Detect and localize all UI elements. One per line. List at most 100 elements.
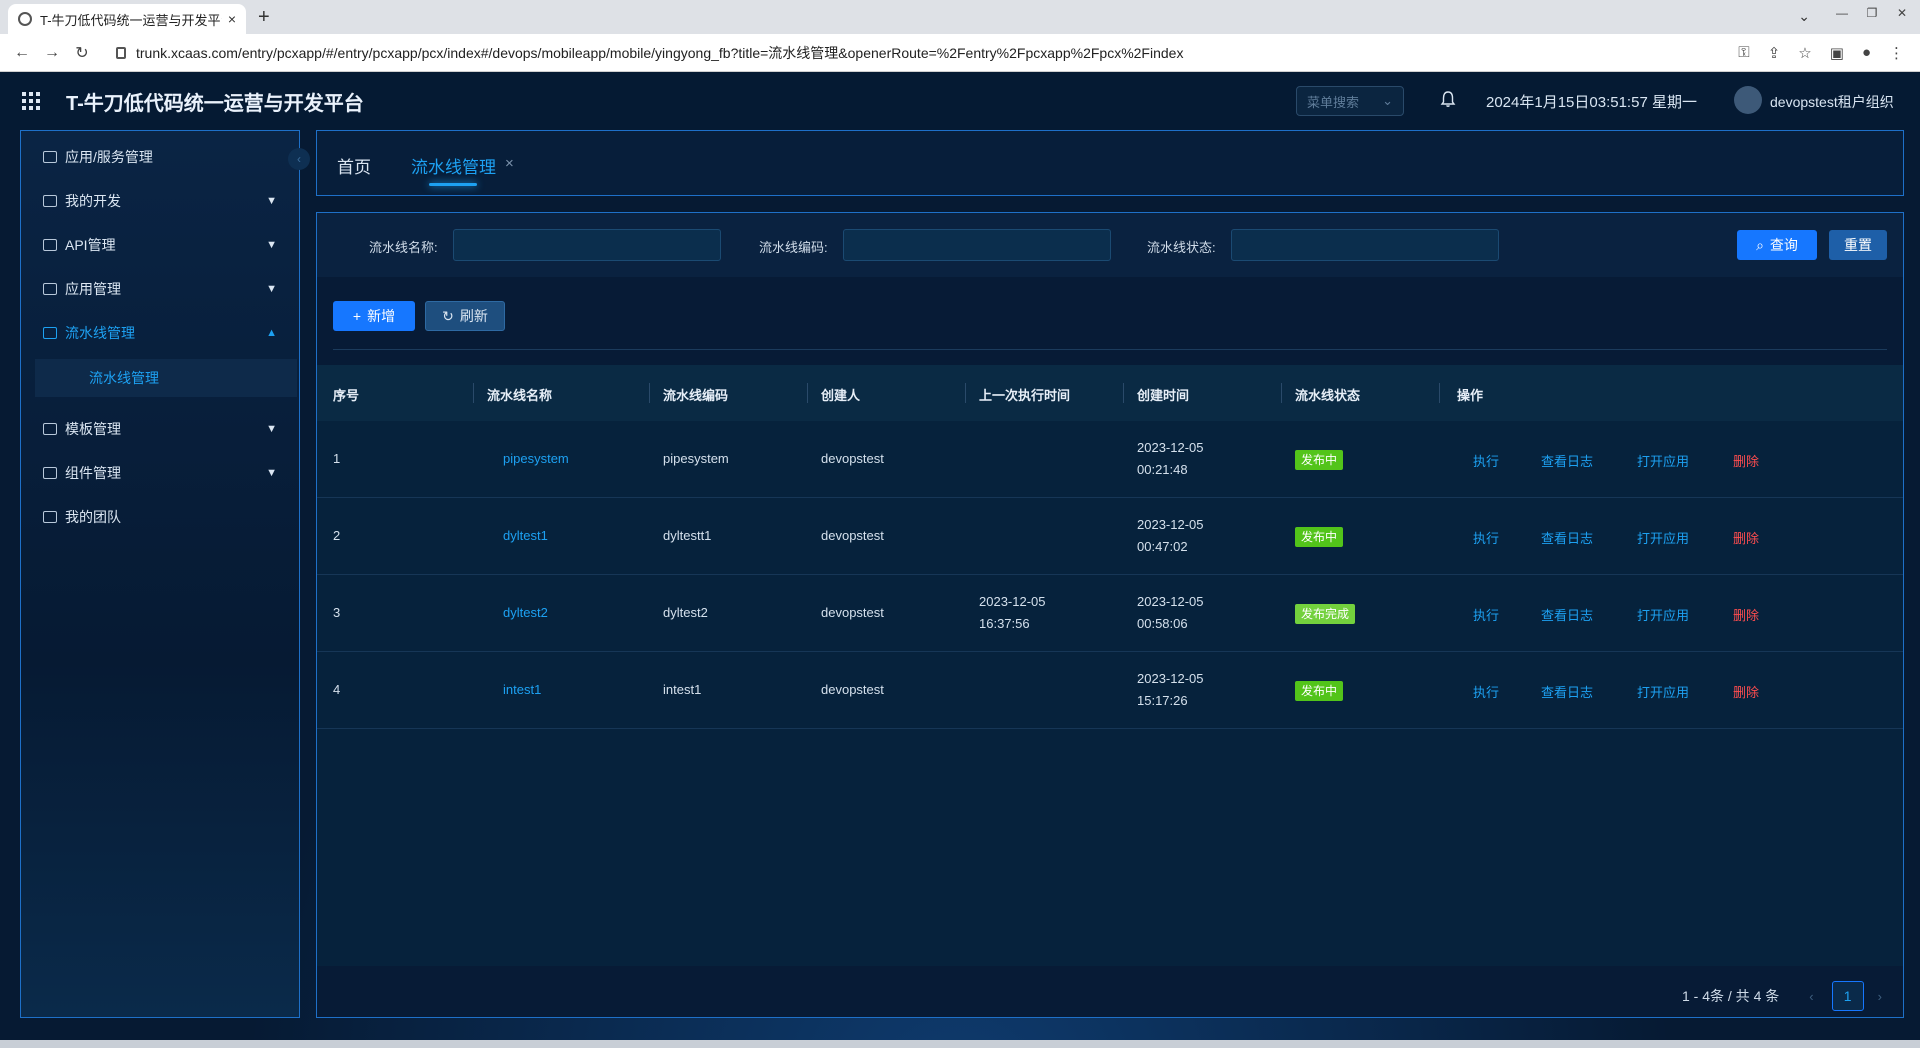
sidebar-item-component[interactable]: 组件管理 ▼ [21, 451, 299, 495]
share-icon[interactable]: ⇪ [1768, 44, 1781, 62]
column-divider [1439, 383, 1440, 403]
sidebar-collapse-icon[interactable]: ‹ [288, 148, 310, 170]
pipeline-name-link[interactable]: dyltest2 [503, 605, 548, 620]
dev-icon [43, 195, 57, 207]
view-log-action[interactable]: 查看日志 [1541, 605, 1593, 624]
reset-button[interactable]: 重置 [1829, 230, 1887, 260]
sidebar-item-my-dev[interactable]: 我的开发 ▼ [21, 179, 299, 223]
delete-action[interactable]: 删除 [1733, 528, 1759, 547]
next-page-icon[interactable]: › [1878, 989, 1882, 1004]
bell-icon[interactable] [1440, 90, 1456, 108]
column-header: 操作 [1457, 388, 1484, 403]
app-grid-icon[interactable] [22, 90, 44, 112]
sidebar-item-template[interactable]: 模板管理 ▼ [21, 407, 299, 451]
run-action[interactable]: 执行 [1473, 451, 1499, 470]
pipeline-name-link[interactable]: pipesystem [503, 451, 569, 466]
close-tab-icon[interactable]: × [228, 11, 236, 27]
sidebar-item-api[interactable]: API管理 ▼ [21, 223, 299, 267]
back-icon[interactable]: ← [10, 44, 34, 62]
profile-icon[interactable]: ● [1862, 44, 1871, 62]
run-action[interactable]: 执行 [1473, 605, 1499, 624]
view-log-action[interactable]: 查看日志 [1541, 682, 1593, 701]
cell-index: 2 [333, 528, 341, 543]
plus-icon: + [352, 308, 362, 324]
delete-action[interactable]: 删除 [1733, 682, 1759, 701]
table-header: 序号 流水线名称 流水线编码 创建人 上一次执行时间 创建时间 流水线状态 操作 [317, 365, 1903, 421]
query-label: 查询 [1769, 237, 1798, 253]
status-badge: 发布完成 [1295, 604, 1356, 624]
sidebar-item-pipeline[interactable]: 流水线管理 ▲ [21, 311, 299, 355]
tab-pipeline[interactable]: 流水线管理 [411, 153, 496, 178]
sidepanel-icon[interactable]: ▣ [1830, 44, 1844, 62]
minimize-icon[interactable]: — [1832, 6, 1852, 20]
delete-action[interactable]: 删除 [1733, 451, 1759, 470]
cell-code: intest1 [663, 682, 702, 697]
open-app-action[interactable]: 打开应用 [1637, 528, 1689, 547]
cell-last-run-date: 2023-12-05 [979, 594, 1046, 609]
run-action[interactable]: 执行 [1473, 528, 1499, 547]
open-app-action[interactable]: 打开应用 [1637, 605, 1689, 624]
restore-icon[interactable]: ❐ [1862, 6, 1882, 20]
refresh-button[interactable]: ↻ 刷新 [425, 301, 505, 331]
reload-icon[interactable]: ↻ [70, 43, 94, 63]
key-icon[interactable]: ⚿ [1738, 44, 1749, 62]
cell-last-run-time: 16:37:56 [979, 616, 1030, 631]
sidebar-item-app-service[interactable]: 应用/服务管理 [21, 135, 299, 179]
open-app-action[interactable]: 打开应用 [1637, 682, 1689, 701]
pipeline-name-input[interactable] [453, 229, 721, 261]
pipeline-code-input[interactable] [843, 229, 1111, 261]
status-badge: 发布中 [1295, 450, 1344, 470]
pipeline-name-link[interactable]: intest1 [503, 682, 541, 697]
prev-page-icon[interactable]: ‹ [1809, 989, 1813, 1004]
view-log-action[interactable]: 查看日志 [1541, 451, 1593, 470]
view-log-action[interactable]: 查看日志 [1541, 528, 1593, 547]
filter-name-label: 流水线名称: [369, 240, 438, 255]
cell-created-date: 2023-12-05 [1137, 517, 1204, 532]
query-button[interactable]: ⌕ 查询 [1737, 230, 1817, 260]
open-app-action[interactable]: 打开应用 [1637, 451, 1689, 470]
url-field[interactable]: trunk.xcaas.com/entry/pcxapp/#/entry/pcx… [100, 39, 1738, 67]
browser-tab-title: T-牛刀低代码统一运营与开发平台 [40, 12, 222, 28]
cell-creator: devopstest [821, 451, 884, 466]
tab-home[interactable]: 首页 [337, 153, 371, 178]
column-divider [1123, 383, 1124, 403]
add-button[interactable]: + 新增 [333, 301, 415, 331]
sidebar-subitem-pipeline[interactable]: 流水线管理 [35, 359, 297, 397]
api-icon [43, 239, 57, 251]
component-icon [43, 467, 57, 479]
pipeline-status-select[interactable] [1231, 229, 1499, 261]
avatar[interactable] [1734, 86, 1762, 114]
cell-code: dyltest2 [663, 605, 708, 620]
sidebar-item-label: 应用管理 [65, 281, 121, 297]
filter-code-label: 流水线编码: [759, 240, 828, 255]
chevron-down-icon: ▼ [266, 423, 277, 435]
column-header: 流水线编码 [663, 388, 729, 403]
app-header: T-牛刀低代码统一运营与开发平台 菜单搜索 ⌄ 2024年1月15日03:51:… [0, 72, 1920, 130]
more-icon[interactable]: ⋮ [1889, 44, 1904, 62]
tab-list-chevron-icon[interactable]: ⌄ [1798, 8, 1810, 25]
chevron-down-icon: ▼ [266, 283, 277, 295]
pipeline-name-link[interactable]: dyltest1 [503, 528, 548, 543]
delete-action[interactable]: 删除 [1733, 605, 1759, 624]
chevron-down-icon: ▼ [266, 195, 277, 207]
menu-search-select[interactable]: 菜单搜索 ⌄ [1296, 86, 1404, 116]
sidebar-item-app-manage[interactable]: 应用管理 ▼ [21, 267, 299, 311]
cell-index: 4 [333, 682, 341, 697]
run-action[interactable]: 执行 [1473, 682, 1499, 701]
app-service-icon [43, 151, 57, 163]
new-tab-button[interactable]: + [258, 6, 270, 29]
active-tab-indicator [429, 183, 477, 186]
column-divider [649, 383, 650, 403]
cell-code: dyltestt1 [663, 528, 712, 543]
star-icon[interactable]: ☆ [1798, 44, 1811, 62]
sidebar-item-team[interactable]: 我的团队 [21, 495, 299, 539]
user-org[interactable]: devopstest租户组织 [1770, 92, 1894, 112]
page-number-button[interactable]: 1 [1831, 981, 1864, 1011]
forward-icon[interactable]: → [40, 44, 64, 62]
table-row: 1 pipesystem pipesystem devopstest 2023-… [317, 421, 1903, 498]
browser-tab[interactable]: T-牛刀低代码统一运营与开发平台 × [8, 4, 246, 34]
close-window-icon[interactable]: ✕ [1892, 6, 1912, 20]
filter-status-label: 流水线状态: [1147, 240, 1216, 255]
close-tab-icon[interactable]: × [505, 155, 514, 172]
pipeline-table: 序号 流水线名称 流水线编码 创建人 上一次执行时间 创建时间 流水线状态 操作… [317, 365, 1903, 729]
